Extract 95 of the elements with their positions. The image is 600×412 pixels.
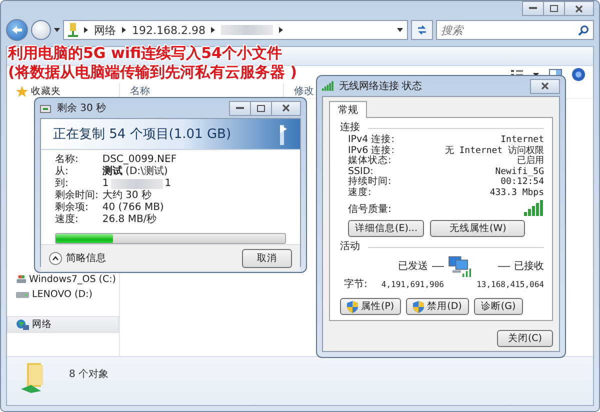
breadcrumb-item[interactable]: 192.168.2.98 <box>132 24 206 36</box>
tab[interactable]: 常规 <box>329 101 367 118</box>
close-icon <box>541 82 549 90</box>
sidebar-item[interactable]: LENOVO (D:) <box>7 287 119 302</box>
sent-bytes: 4,191,691,906 <box>380 280 444 288</box>
annotation-text: 利用电脑的5G wifi连续写入54个小文件 <box>8 44 283 63</box>
star-icon <box>16 86 28 98</box>
field-value: 无 Internet 访问权限 <box>444 146 544 156</box>
close-icon <box>575 4 583 12</box>
detail-value: 26.8 MB/秒 <box>102 214 157 225</box>
detail-value: 1 <box>164 178 172 189</box>
dialog-button[interactable]: 禁用(D) <box>406 298 469 315</box>
network-folder-icon <box>68 23 78 37</box>
chevron-icon[interactable] <box>211 27 216 33</box>
field-label: 字节: <box>344 278 368 291</box>
status-text: 8 个对象 <box>69 368 109 381</box>
field-label: SSID: <box>348 166 374 176</box>
sidebar-item[interactable]: 收藏夹 <box>7 83 119 100</box>
close-dialog-button[interactable]: 关闭(C) <box>496 330 553 347</box>
breadcrumb-item[interactable]: 网络 <box>94 22 116 38</box>
caret-icon[interactable] <box>54 28 60 32</box>
detail-value: 测试 (D:\测试) <box>102 166 168 177</box>
dialog-button[interactable]: 详细信息(E)... <box>348 220 424 237</box>
close-icon <box>282 104 290 112</box>
search-field[interactable]: 搜索 <box>436 20 594 40</box>
field-label: IPv6 连接: <box>348 146 394 156</box>
section-heading: 活动 <box>340 241 360 253</box>
minimize-button[interactable] <box>522 1 544 16</box>
detail-label: 从: <box>55 166 70 177</box>
field-label: 媒体状态: <box>348 156 392 166</box>
detail-value: 大约 30 秒 <box>102 190 152 201</box>
detail-label: 剩余项: <box>55 202 90 213</box>
detail-value: 1 <box>102 178 109 189</box>
field-value: 433.3 Mbps <box>488 188 544 198</box>
field-label: 信号质量: <box>348 202 392 216</box>
maximize-icon <box>257 104 265 112</box>
minimize-icon <box>236 106 244 110</box>
field-label: IPv4 连接: <box>348 135 394 145</box>
minimize-button[interactable] <box>229 100 251 116</box>
sidebar-item[interactable]: Windows7_OS (C:) <box>7 272 119 287</box>
dialog-button[interactable]: 无线属性(W) <box>430 220 526 237</box>
copy-icon <box>40 103 52 113</box>
forward-button[interactable] <box>31 20 51 40</box>
detail-label: 名称: <box>55 154 80 165</box>
field-label: 持续时间: <box>348 177 392 187</box>
close-button[interactable] <box>530 78 560 94</box>
chevron-icon[interactable] <box>122 27 126 33</box>
chevron-icon <box>49 252 62 264</box>
detail-label: 到: <box>55 178 70 189</box>
refresh-button[interactable] <box>411 20 433 40</box>
flag-icon <box>278 123 288 145</box>
signal-strength-icon <box>524 200 544 216</box>
sidebar-item[interactable]: 网络 <box>7 316 119 333</box>
copy-heading: 正在复制 54 个项目(1.01 GB) <box>53 126 232 143</box>
caret-icon[interactable] <box>397 28 403 32</box>
cancel-button[interactable]: 取消 <box>242 248 292 268</box>
address-field[interactable]: 网络 192.168.2.98 <box>63 20 408 40</box>
back-button[interactable] <box>6 19 28 41</box>
detail-label: 剩余时间: <box>55 190 98 201</box>
drive-icon <box>16 290 29 298</box>
minimize-icon <box>529 7 537 10</box>
close-button[interactable] <box>564 1 594 16</box>
section-heading: 连接 <box>340 122 360 134</box>
dialog-button[interactable]: 属性(P) <box>340 298 402 315</box>
search-icon[interactable] <box>578 25 589 36</box>
field-value: 00:12:54 <box>500 177 544 188</box>
detail-value: DSC_0099.NEF <box>102 154 177 165</box>
arrow-icon <box>11 25 23 35</box>
dialog-title: 无线网络连接 状态 <box>339 80 424 93</box>
details-toggle[interactable]: 简略信息 <box>49 251 106 265</box>
close-button[interactable] <box>271 100 301 116</box>
chevron-icon[interactable] <box>84 27 88 33</box>
refresh-icon <box>416 24 428 36</box>
field-value: Newifi_5G <box>494 166 544 176</box>
field-label: 速度: <box>348 188 372 198</box>
received-label: 已接收 <box>514 260 544 273</box>
chevron-icon[interactable] <box>279 27 284 33</box>
network-computers-icon <box>446 255 474 277</box>
detail-value: 40 (766 MB) <box>102 202 164 213</box>
network-icon <box>16 318 29 330</box>
dialog-button[interactable]: 诊断(G) <box>474 298 523 315</box>
help-icon[interactable] <box>572 68 585 81</box>
detail-label: 速度: <box>55 214 80 225</box>
field-value: Internet <box>500 135 544 146</box>
sent-label: 已发送 <box>398 260 428 273</box>
maximize-button[interactable] <box>250 100 272 116</box>
drive-icon <box>16 274 26 285</box>
maximize-icon <box>550 5 558 12</box>
dialog-title: 剩余 30 秒 <box>57 102 108 115</box>
blurred-text <box>221 25 274 35</box>
maximize-button[interactable] <box>543 1 565 16</box>
field-value: 已启用 <box>517 156 544 166</box>
received-bytes: 13,168,415,064 <box>476 280 544 288</box>
annotation-text: (将数据从电脑端传输到先河私有云服务器 ) <box>8 63 297 82</box>
signal-icon <box>322 81 334 91</box>
